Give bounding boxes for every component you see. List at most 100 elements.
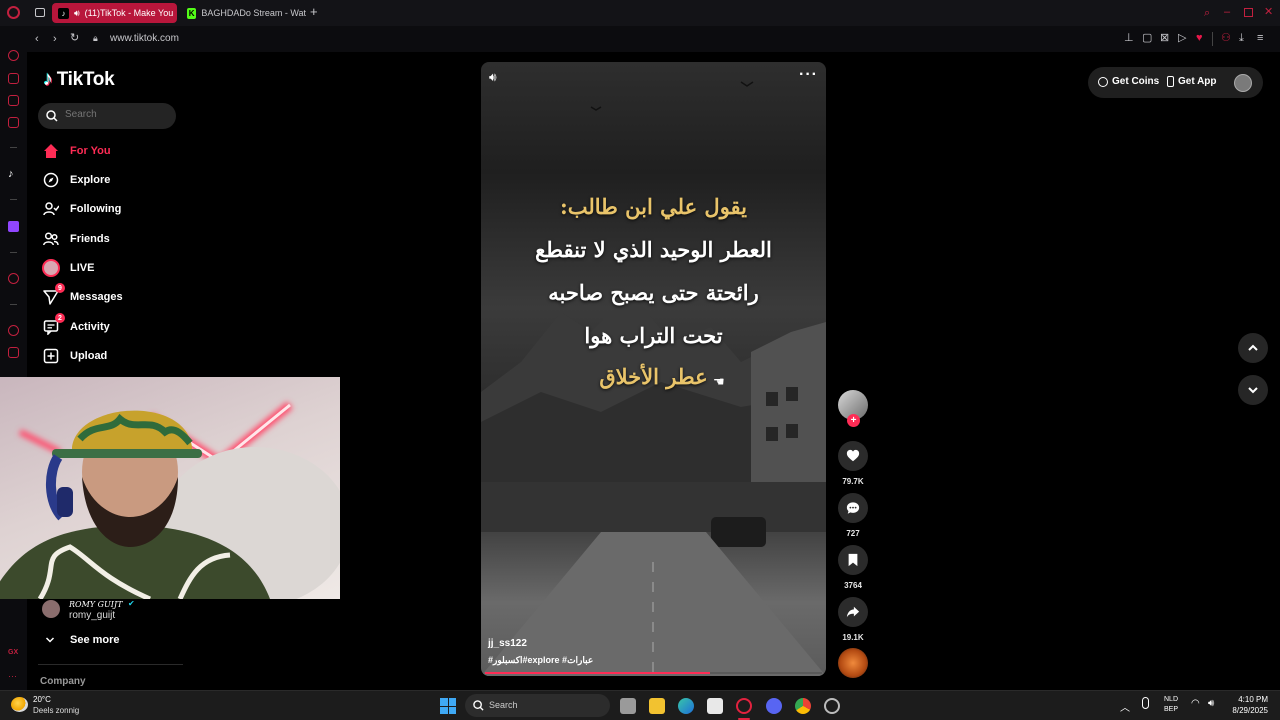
profile-avatar[interactable] bbox=[1234, 74, 1252, 92]
follow-button[interactable]: + bbox=[847, 414, 860, 427]
divider bbox=[10, 304, 17, 305]
search-tabs-icon[interactable]: ⌕ bbox=[1204, 7, 1210, 19]
chrome-icon[interactable] bbox=[795, 698, 811, 714]
workspace-icon[interactable] bbox=[8, 73, 19, 84]
store-icon[interactable] bbox=[707, 698, 723, 714]
comment-button[interactable] bbox=[838, 493, 868, 523]
player-icon[interactable]: ▷ bbox=[1178, 32, 1186, 44]
aria-icon[interactable] bbox=[8, 50, 19, 61]
music-disc[interactable] bbox=[838, 648, 868, 678]
gx-icon[interactable]: GX bbox=[8, 649, 19, 660]
opera-gx-icon[interactable] bbox=[736, 698, 752, 714]
pin-icon[interactable]: ⊥ bbox=[1124, 32, 1134, 44]
save-button[interactable] bbox=[838, 545, 868, 575]
home-icon bbox=[42, 142, 60, 160]
taskbar-search[interactable]: Search bbox=[465, 694, 610, 717]
following-account[interactable]: ROMY GUIJT ✔ romy_guijt bbox=[42, 599, 182, 622]
extensions-icon[interactable] bbox=[8, 347, 19, 358]
more-options-icon[interactable]: ··· bbox=[799, 66, 818, 84]
nav-upload[interactable]: Upload bbox=[42, 345, 107, 367]
vpn-icon[interactable]: ⊠ bbox=[1160, 32, 1169, 44]
volume-icon[interactable]: 🔊︎ bbox=[489, 70, 497, 85]
nav-messages[interactable]: 9 Messages bbox=[42, 283, 123, 308]
search-box[interactable] bbox=[38, 103, 176, 129]
tiktok-logo[interactable]: ♪ TikTok bbox=[43, 68, 115, 91]
browser-tab-bar: ♪ 🔊︎ (11)TikTok - Make You K BAGHDADo St… bbox=[0, 0, 1280, 26]
discord-icon[interactable] bbox=[766, 698, 782, 714]
messenger-icon[interactable] bbox=[8, 117, 19, 128]
chevron-up-icon[interactable]: ︿ bbox=[1120, 699, 1130, 714]
divider bbox=[1212, 32, 1213, 46]
video-hashtags[interactable]: #اكسبلور#explore #عبارات bbox=[488, 655, 593, 666]
quote-line-3: رائحتة حتى يصبح صاحبه bbox=[548, 280, 759, 305]
weather-desc[interactable]: Deels zonnig bbox=[33, 706, 79, 715]
tiktok-side-icon[interactable]: ♪ bbox=[8, 168, 14, 180]
download-icon[interactable]: ⤓ bbox=[1239, 32, 1244, 44]
get-coins-label: Get Coins bbox=[1112, 76, 1160, 87]
file-explorer-icon[interactable] bbox=[649, 698, 665, 714]
nav-label: Upload bbox=[70, 350, 108, 362]
comment-count: 727 bbox=[846, 529, 860, 538]
language-bottom[interactable]: BEP bbox=[1164, 706, 1178, 713]
start-icon[interactable] bbox=[440, 698, 456, 714]
history-icon[interactable] bbox=[8, 325, 19, 336]
settings-app-icon[interactable] bbox=[824, 698, 840, 714]
tab-overview-icon[interactable] bbox=[35, 8, 45, 17]
tab-kick-stream[interactable]: K BAGHDADo Stream - Wat bbox=[181, 3, 306, 23]
new-tab-icon[interactable]: + bbox=[310, 5, 318, 18]
more-icon[interactable]: ··· bbox=[8, 671, 17, 681]
edge-icon[interactable] bbox=[678, 698, 694, 714]
back-icon[interactable]: ‹ bbox=[35, 33, 39, 45]
minimize-icon[interactable]: – bbox=[1224, 6, 1230, 18]
wifi-icon[interactable]: ◠ bbox=[1191, 698, 1200, 709]
language-top[interactable]: NLD bbox=[1164, 696, 1178, 703]
wallet-icon[interactable] bbox=[8, 95, 19, 106]
next-video-button[interactable] bbox=[1238, 375, 1268, 405]
clock-date[interactable]: 8/29/2025 bbox=[1224, 706, 1268, 715]
heart-icon[interactable]: ♥ bbox=[1196, 32, 1203, 44]
weather-icon[interactable] bbox=[11, 697, 28, 712]
quote-line-1: يقول علي ابن طالب: bbox=[559, 194, 748, 219]
volume-icon[interactable]: 🔊︎ bbox=[1208, 698, 1214, 709]
reload-icon[interactable]: ↻ bbox=[70, 32, 79, 44]
get-app-button[interactable]: Get App bbox=[1167, 76, 1217, 87]
url-field[interactable]: www.tiktok.com bbox=[110, 33, 179, 44]
nav-label: LIVE bbox=[70, 262, 95, 274]
menu-icon[interactable]: ≡ bbox=[1257, 32, 1263, 44]
video-author[interactable]: jj_ss122 bbox=[488, 638, 527, 649]
twitch-icon[interactable] bbox=[8, 221, 19, 232]
forward-icon[interactable]: › bbox=[53, 33, 57, 45]
task-view-icon[interactable] bbox=[620, 698, 636, 714]
nav-live[interactable]: LIVE bbox=[42, 257, 94, 279]
opera-logo-icon[interactable] bbox=[7, 6, 20, 19]
quote-line-4: تحت التراب هوا bbox=[584, 323, 723, 348]
address-bar: ‹ › ↻ 🔒︎ www.tiktok.com ⊥ ▢ ⊠ ▷ ♥ ⚇ ⤓ ≡ bbox=[0, 26, 1280, 52]
nav-explore[interactable]: Explore bbox=[42, 169, 110, 191]
see-more-button[interactable]: See more bbox=[45, 632, 120, 648]
like-button[interactable] bbox=[838, 441, 868, 471]
speaker-icon[interactable]: 🔊︎ bbox=[74, 8, 80, 19]
clock-time[interactable]: 4:10 PM bbox=[1228, 695, 1268, 704]
nav-friends[interactable]: Friends bbox=[42, 228, 110, 250]
previous-video-button[interactable] bbox=[1238, 333, 1268, 363]
close-window-icon[interactable]: ✕ bbox=[1264, 6, 1273, 18]
search-input[interactable] bbox=[65, 109, 165, 120]
settings-icon[interactable] bbox=[8, 273, 19, 284]
profile-icon[interactable]: ⚇ bbox=[1221, 32, 1231, 44]
get-coins-button[interactable]: Get Coins bbox=[1098, 76, 1159, 87]
weather-temp[interactable]: 20°C bbox=[33, 695, 51, 704]
snapshot-icon[interactable]: ▢ bbox=[1142, 32, 1152, 44]
video-player[interactable]: 🔊︎ ··· يقول علي ابن طالب: العطر الوحيد ا… bbox=[481, 62, 826, 676]
nav-following[interactable]: Following bbox=[42, 198, 121, 220]
company-link[interactable]: Company bbox=[40, 676, 86, 687]
nav-for-you[interactable]: For You bbox=[42, 140, 111, 162]
logo-text: TikTok bbox=[56, 68, 115, 90]
nav-activity[interactable]: 2 Activity bbox=[42, 313, 110, 338]
share-button[interactable] bbox=[838, 597, 868, 627]
divider bbox=[10, 252, 17, 253]
tab-tiktok[interactable]: ♪ 🔊︎ (11)TikTok - Make You bbox=[52, 3, 177, 23]
share-icon bbox=[846, 606, 860, 618]
cursor-hand-icon: ☚ bbox=[713, 374, 725, 389]
restore-icon[interactable] bbox=[1244, 8, 1253, 17]
microphone-icon[interactable] bbox=[1142, 697, 1149, 709]
